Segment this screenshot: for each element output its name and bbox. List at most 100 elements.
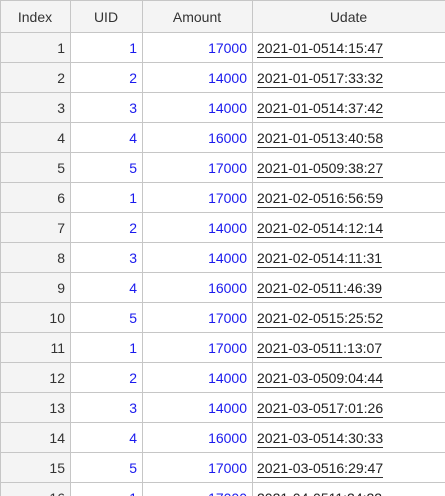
amount-cell[interactable]: 16000 [142,422,253,453]
row-index-cell[interactable]: 4 [0,122,71,153]
uid-cell[interactable]: 4 [70,422,143,453]
table-row[interactable]: 2 2 14000 2021-01-0517:33:32 [0,62,445,93]
udate-cell[interactable]: 2021-04-0511:24:22 [252,482,445,496]
uid-cell[interactable]: 2 [70,62,143,93]
row-index-cell[interactable]: 3 [0,92,71,123]
table-row[interactable]: 14 4 16000 2021-03-0514:30:33 [0,422,445,453]
udate-cell[interactable]: 2021-03-0517:01:26 [252,392,445,423]
row-index-cell[interactable]: 10 [0,302,71,333]
amount-cell[interactable]: 14000 [142,212,253,243]
uid-cell[interactable]: 4 [70,122,143,153]
amount-cell[interactable]: 17000 [142,302,253,333]
uid-cell[interactable]: 5 [70,152,143,183]
table-row[interactable]: 10 5 17000 2021-02-0515:25:52 [0,302,445,333]
udate-value: 2021-02-0516:56:59 [257,189,384,208]
amount-cell[interactable]: 17000 [142,332,253,363]
row-index-cell[interactable]: 11 [0,332,71,363]
table-row[interactable]: 5 5 17000 2021-01-0509:38:27 [0,152,445,183]
udate-cell[interactable]: 2021-02-0514:11:31 [252,242,445,273]
row-index-cell[interactable]: 12 [0,362,71,393]
table-row[interactable]: 7 2 14000 2021-02-0514:12:14 [0,212,445,243]
udate-cell[interactable]: 2021-01-0514:15:47 [252,32,445,63]
table-row[interactable]: 6 1 17000 2021-02-0516:56:59 [0,182,445,213]
amount-cell[interactable]: 14000 [142,92,253,123]
uid-cell[interactable]: 3 [70,92,143,123]
udate-value: 2021-03-0514:30:33 [257,429,384,448]
uid-cell[interactable]: 4 [70,272,143,303]
udate-value: 2021-01-0514:15:47 [257,39,384,58]
row-index-cell[interactable]: 7 [0,212,71,243]
table-row[interactable]: 4 4 16000 2021-01-0513:40:58 [0,122,445,153]
data-table: Index UID Amount Udate 1 1 17000 2021-01… [0,0,445,496]
udate-cell[interactable]: 2021-03-0516:29:47 [252,452,445,483]
table-row[interactable]: 13 3 14000 2021-03-0517:01:26 [0,392,445,423]
row-index-cell[interactable]: 15 [0,452,71,483]
table-row[interactable]: 9 4 16000 2021-02-0511:46:39 [0,272,445,303]
row-index-cell[interactable]: 5 [0,152,71,183]
amount-cell[interactable]: 17000 [142,152,253,183]
amount-cell[interactable]: 17000 [142,482,253,496]
amount-cell[interactable]: 14000 [142,242,253,273]
amount-cell[interactable]: 14000 [142,62,253,93]
row-index-cell[interactable]: 2 [0,62,71,93]
udate-value: 2021-03-0511:13:07 [257,339,383,358]
column-header-udate[interactable]: Udate [252,0,445,33]
uid-cell[interactable]: 1 [70,32,143,63]
udate-value: 2021-02-0515:25:52 [257,309,384,328]
udate-cell[interactable]: 2021-03-0511:13:07 [252,332,445,363]
udate-value: 2021-03-0509:04:44 [257,369,384,388]
data-grid: Index UID Amount Udate 1 1 17000 2021-01… [0,0,445,496]
amount-cell[interactable]: 16000 [142,272,253,303]
uid-cell[interactable]: 2 [70,362,143,393]
udate-value: 2021-02-0514:11:31 [257,249,383,268]
udate-cell[interactable]: 2021-02-0514:12:14 [252,212,445,243]
row-index-cell[interactable]: 8 [0,242,71,273]
amount-cell[interactable]: 14000 [142,392,253,423]
column-header-amount[interactable]: Amount [142,0,253,33]
row-index-cell[interactable]: 6 [0,182,71,213]
uid-cell[interactable]: 3 [70,392,143,423]
row-index-cell[interactable]: 16 [0,482,71,496]
row-index-cell[interactable]: 1 [0,32,71,63]
udate-cell[interactable]: 2021-01-0514:37:42 [252,92,445,123]
udate-cell[interactable]: 2021-01-0517:33:32 [252,62,445,93]
column-header-index[interactable]: Index [0,0,71,33]
udate-cell[interactable]: 2021-01-0509:38:27 [252,152,445,183]
udate-cell[interactable]: 2021-02-0511:46:39 [252,272,445,303]
row-index-cell[interactable]: 13 [0,392,71,423]
udate-cell[interactable]: 2021-02-0516:56:59 [252,182,445,213]
table-row[interactable]: 12 2 14000 2021-03-0509:04:44 [0,362,445,393]
amount-cell[interactable]: 17000 [142,182,253,213]
uid-cell[interactable]: 1 [70,182,143,213]
udate-value: 2021-04-0511:24:22 [257,489,383,496]
uid-cell[interactable]: 1 [70,482,143,496]
table-row[interactable]: 11 1 17000 2021-03-0511:13:07 [0,332,445,363]
row-index-cell[interactable]: 14 [0,422,71,453]
udate-value: 2021-02-0511:46:39 [257,279,383,298]
amount-cell[interactable]: 14000 [142,362,253,393]
table-body: 1 1 17000 2021-01-0514:15:47 2 2 14000 2… [0,32,445,496]
udate-value: 2021-01-0513:40:58 [257,129,384,148]
uid-cell[interactable]: 1 [70,332,143,363]
udate-value: 2021-02-0514:12:14 [257,219,384,238]
row-index-cell[interactable]: 9 [0,272,71,303]
column-header-uid[interactable]: UID [70,0,143,33]
table-row[interactable]: 3 3 14000 2021-01-0514:37:42 [0,92,445,123]
udate-value: 2021-01-0514:37:42 [257,99,384,118]
table-row[interactable]: 1 1 17000 2021-01-0514:15:47 [0,32,445,63]
table-row[interactable]: 16 1 17000 2021-04-0511:24:22 [0,482,445,496]
amount-cell[interactable]: 16000 [142,122,253,153]
udate-cell[interactable]: 2021-01-0513:40:58 [252,122,445,153]
table-row[interactable]: 8 3 14000 2021-02-0514:11:31 [0,242,445,273]
uid-cell[interactable]: 5 [70,302,143,333]
udate-cell[interactable]: 2021-03-0514:30:33 [252,422,445,453]
uid-cell[interactable]: 3 [70,242,143,273]
udate-value: 2021-03-0517:01:26 [257,399,384,418]
amount-cell[interactable]: 17000 [142,32,253,63]
uid-cell[interactable]: 5 [70,452,143,483]
table-row[interactable]: 15 5 17000 2021-03-0516:29:47 [0,452,445,483]
uid-cell[interactable]: 2 [70,212,143,243]
udate-cell[interactable]: 2021-03-0509:04:44 [252,362,445,393]
udate-cell[interactable]: 2021-02-0515:25:52 [252,302,445,333]
amount-cell[interactable]: 17000 [142,452,253,483]
